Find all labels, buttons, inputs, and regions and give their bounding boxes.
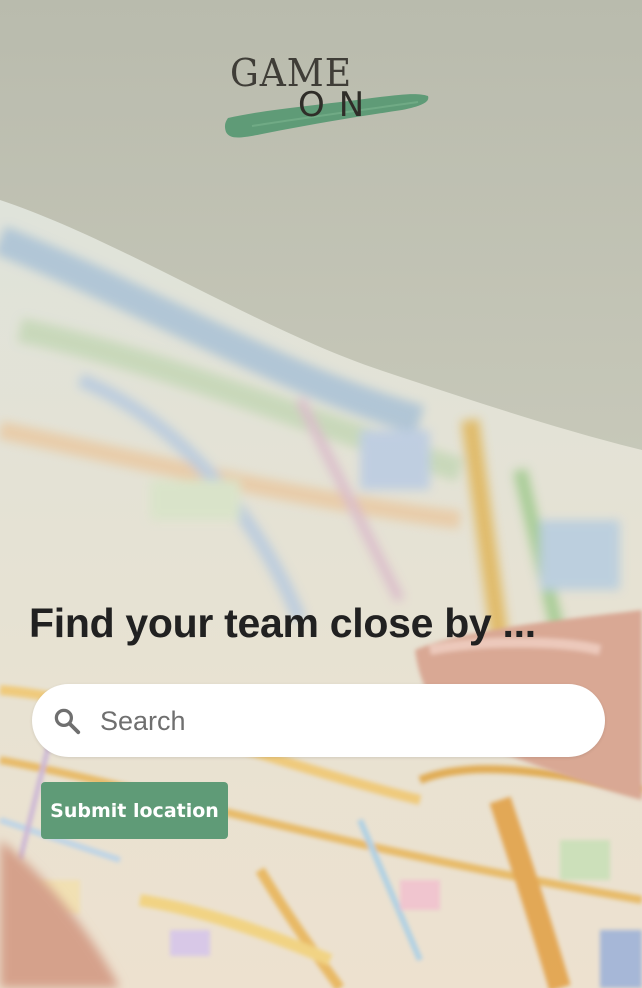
app-logo: GAME ON [222, 52, 432, 144]
submit-location-button[interactable]: Submit location [41, 782, 228, 839]
logo-text-on: ON [298, 85, 379, 125]
page-headline: Find your team close by ... [29, 600, 536, 646]
background-map-photo [0, 0, 642, 988]
app-screen: GAME ON Find your team close by ... Subm… [0, 0, 642, 988]
search-icon [54, 708, 81, 735]
search-input[interactable] [100, 700, 580, 742]
